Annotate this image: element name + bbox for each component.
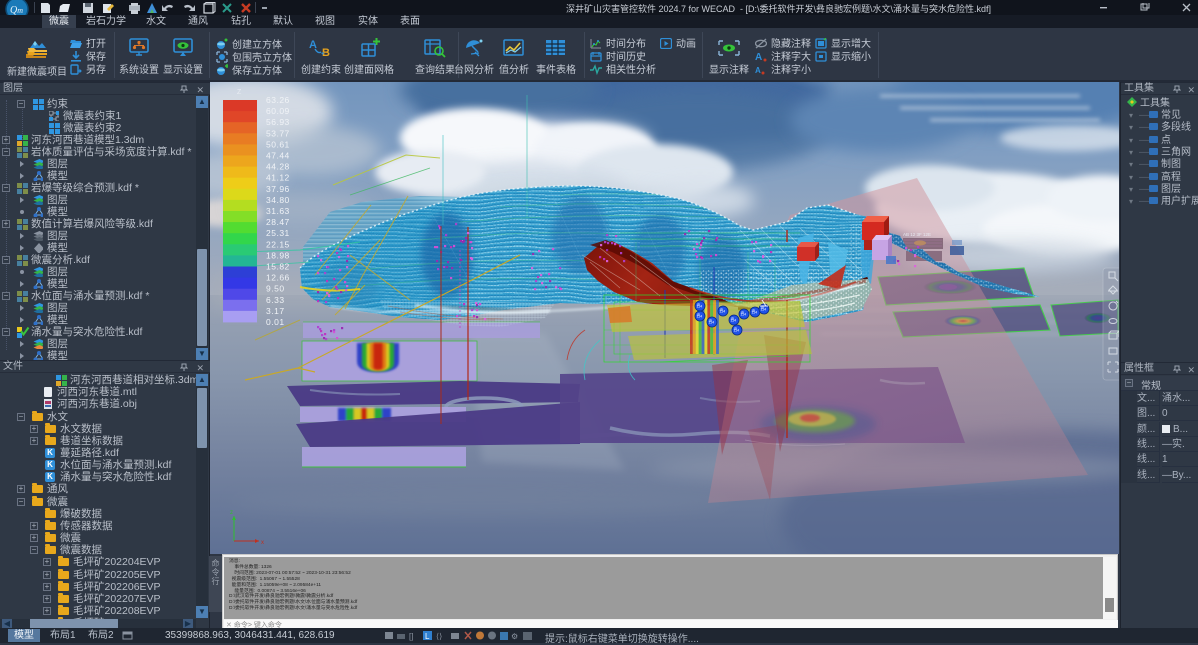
svg-text:53.77: 53.77 [266,128,290,138]
svg-text:25.31: 25.31 [266,228,290,238]
svg-text:56.93: 56.93 [266,117,290,127]
svg-text:50.61: 50.61 [266,139,290,149]
svg-text:x: x [261,540,264,546]
svg-text:114: 114 [697,305,703,309]
svg-text:47.44: 47.44 [266,151,290,161]
svg-text:28.47: 28.47 [266,217,290,227]
svg-text:12.66: 12.66 [266,273,290,283]
svg-text:L: L [425,632,430,641]
svg-text:114: 114 [731,319,737,323]
svg-text:44.28: 44.28 [266,162,290,172]
svg-text:22.15: 22.15 [266,239,290,249]
svg-text:⟨⟩: ⟨⟩ [436,632,442,641]
svg-text:Z: Z [237,89,242,96]
svg-text:114: 114 [761,308,767,312]
svg-text:114: 114 [697,315,703,319]
svg-text:18.98: 18.98 [266,250,290,260]
svg-text:[]: [] [409,632,413,641]
svg-text:37.96: 37.96 [266,184,290,194]
svg-text:60.09: 60.09 [266,106,290,116]
svg-text:31.63: 31.63 [266,206,290,216]
svg-text:114: 114 [709,321,715,325]
svg-text:3.17: 3.17 [266,306,285,316]
svg-text:⚙: ⚙ [511,632,518,641]
svg-text:A: A [755,52,762,62]
svg-text:9.50: 9.50 [266,284,285,294]
svg-text:A: A [755,66,761,75]
svg-text:114: 114 [720,310,726,314]
svg-text:15.82: 15.82 [266,262,290,272]
svg-text:6.33: 6.33 [266,295,285,305]
svg-text:0.01: 0.01 [266,317,285,327]
svg-text:114: 114 [734,329,740,333]
svg-text:z: z [230,510,233,516]
svg-text:34.80: 34.80 [266,195,290,205]
svg-text:114: 114 [752,311,758,315]
svg-text:114: 114 [741,313,747,317]
svg-text:AB 12 3F 12E: AB 12 3F 12E [903,232,931,237]
svg-text:63.26: 63.26 [266,95,290,105]
svg-text:41.12: 41.12 [266,173,290,183]
